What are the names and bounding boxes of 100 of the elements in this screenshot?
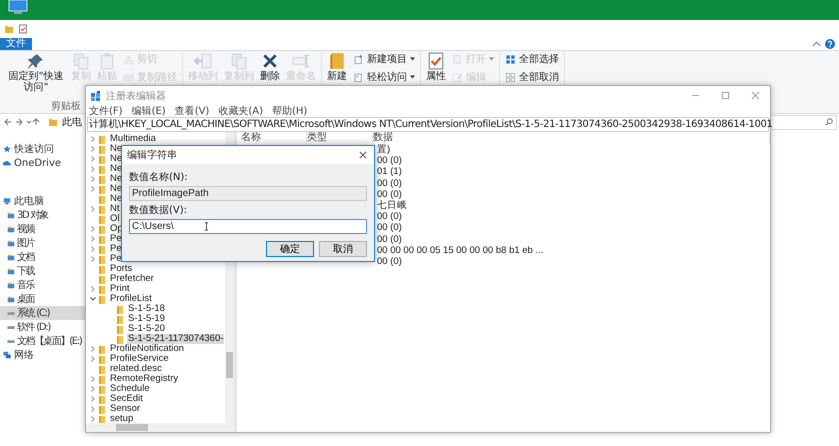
ribbon-button[interactable]: 新建 [325,51,349,82]
expand-icon[interactable] [90,226,96,232]
nav-item[interactable]: 图片 [0,236,85,250]
tree-item[interactable]: S-1-5-20 [127,324,166,334]
text-cursor-icon [204,222,209,231]
nav-item[interactable]: 下载 [0,264,85,278]
expand-icon[interactable] [90,166,96,172]
delete-icon [261,52,279,70]
tree-item[interactable]: Pe [109,244,123,254]
nav-item[interactable]: 软件 (D:) [0,320,85,334]
computer-icon [3,197,11,205]
expand-icon[interactable] [90,346,96,352]
help-icon[interactable] [825,39,835,49]
close-icon[interactable] [359,151,367,159]
menu-item[interactable]: 查看(V) [174,104,210,118]
ribbon-button[interactable]: 删除 [258,51,282,82]
pin-icon [27,52,45,70]
table-cell-text: 置) [377,143,390,156]
tree-item[interactable]: Ports [109,264,134,274]
nav-item[interactable]: 此电脑 [0,194,85,208]
ribbon-button[interactable]: 轻松访问 [351,69,417,85]
expand-icon[interactable] [90,356,96,362]
nav-item[interactable]: 文档 [0,250,85,264]
expand-icon[interactable] [90,176,96,182]
chevron-icon[interactable] [812,41,821,47]
collapse-icon[interactable] [90,296,96,302]
nav-item[interactable]: 视频 [0,222,85,236]
expand-icon[interactable] [90,286,96,292]
tree-item[interactable]: S-1-5-19 [127,314,166,324]
nav-item[interactable]: 3D 对象 [0,208,85,222]
column-header[interactable]: 类型 [307,132,373,144]
expand-icon[interactable] [90,376,96,382]
tree-item[interactable]: setup [109,414,134,424]
table-cell: 00 (0) [377,234,402,245]
nav-item[interactable]: 快速访问 [0,142,85,156]
table-cell: 00 (0) [377,256,402,267]
tree-item[interactable]: Ol [109,214,120,224]
computer-icon[interactable] [8,0,28,14]
expand-icon[interactable] [90,146,96,152]
folder-icon[interactable] [4,24,14,34]
menu-item[interactable]: 帮助(H) [272,104,308,118]
expand-icon[interactable] [90,206,96,212]
expand-icon[interactable] [90,256,96,262]
tree-item[interactable]: ProfileService [109,354,170,364]
ribbon-button[interactable]: 固定到"快速访问" [5,51,67,93]
dialog-button[interactable]: 取消 [319,241,367,257]
tree-item[interactable]: Sensor [109,404,142,414]
tree-item[interactable]: S-1-5-21-1173074360- [127,334,224,344]
nav-item[interactable]: OneDrive [0,156,85,170]
ribbon-button[interactable]: 新建项目 [351,51,417,67]
nav-item[interactable]: 音乐 [0,278,85,292]
properties-icon[interactable] [18,24,28,34]
name-field[interactable]: ProfileImagePath [129,186,367,201]
maximize-icon[interactable] [721,91,730,100]
tree-item[interactable]: ProfileList [109,294,153,304]
nav-item[interactable]: 系统 (C:) [0,306,85,320]
address-text[interactable]: 此电 [62,115,82,129]
tree-item[interactable]: Prefetcher [109,274,155,284]
tree-item[interactable]: Pe [109,254,123,264]
expand-icon[interactable] [90,186,96,192]
drive-icon [7,323,15,331]
tree-item[interactable]: RemoteRegistry [109,374,180,384]
scrollbar[interactable] [86,423,234,432]
tree-item[interactable]: Print [109,284,131,294]
column-header[interactable]: 数据 [373,132,770,144]
table-cell: 00 (0) [377,178,402,189]
expand-icon[interactable] [90,406,96,412]
folder-icon [7,281,15,289]
column-header[interactable]: 名称 [241,132,307,144]
dialog-button[interactable]: 确定 [266,241,314,257]
expand-icon[interactable] [90,236,96,242]
expand-icon[interactable] [90,386,96,392]
menu-item[interactable]: 编辑(E) [132,104,166,118]
field-label: 数值数据(V): [129,204,188,217]
table-cell: 00 (0) [377,222,402,234]
tree-item[interactable]: ProfileNotification [109,344,185,354]
expand-icon[interactable] [90,396,96,402]
tree-item[interactable]: Multimedia [109,134,157,144]
expand-icon[interactable] [90,246,96,252]
expand-icon[interactable] [90,416,96,422]
tree-item[interactable]: Nt [109,204,120,214]
file-tab[interactable]: 文件 [0,38,32,50]
nav-item[interactable]: 文档【桌面】(E:) [0,334,85,348]
ribbon-button[interactable]: 全部选择 [503,51,561,67]
expand-icon[interactable] [90,156,96,162]
search-field[interactable] [770,114,837,130]
tree-item[interactable]: Schedule [109,384,151,394]
nav-item[interactable]: 网络 [0,348,85,362]
data-field[interactable]: C:\Users\ [129,219,367,234]
tree-item[interactable]: related.desc [109,364,163,374]
menu-item[interactable]: 收藏夹(A) [218,104,263,118]
tree-item[interactable]: SecEdit [109,394,144,404]
ribbon-button[interactable]: 全部取消 [503,69,561,85]
tree-item[interactable]: S-1-5-18 [127,304,166,314]
tree-item[interactable]: Pe [109,234,123,244]
move-icon [194,52,212,70]
ribbon-button[interactable]: 属性 [424,51,448,82]
expand-icon[interactable] [90,136,96,142]
nav-item[interactable]: 桌面 [0,292,85,306]
menu-item[interactable]: 文件(F) [89,104,123,118]
